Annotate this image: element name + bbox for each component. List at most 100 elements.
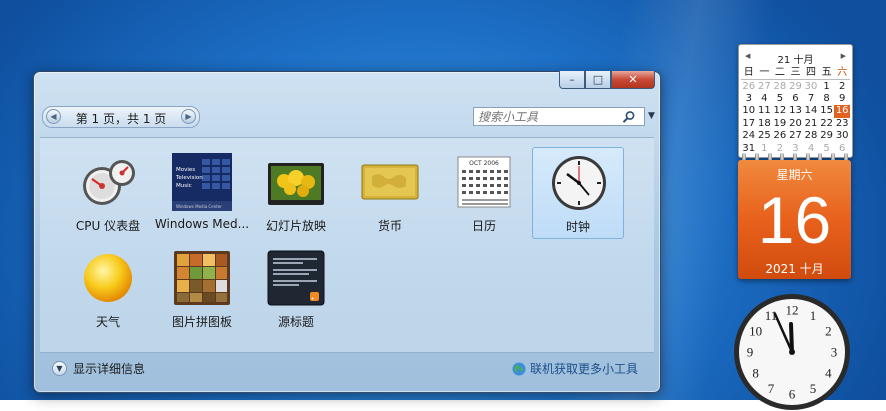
calendar-day-view[interactable]: 星期六 16 2021 十月 [738, 160, 851, 279]
weekday-label: 四 [803, 67, 819, 81]
search-icon[interactable] [622, 110, 636, 124]
search-input[interactable] [478, 109, 618, 124]
clock-icon [552, 156, 606, 210]
calendar-day[interactable]: 1 [819, 80, 835, 93]
gadget-tile-clock[interactable]: 时钟 [532, 147, 624, 239]
calendar-day[interactable]: 29 [788, 80, 804, 93]
clock-numeral: 3 [831, 345, 838, 360]
picture-puzzle-icon [174, 251, 230, 305]
calendar-day[interactable]: 22 [819, 118, 835, 130]
calendar-day[interactable]: 30 [834, 130, 850, 142]
next-page-button[interactable]: ▶ [181, 109, 196, 124]
media-center-preview-text: Music [176, 183, 192, 189]
calendar-month-header: ◀ 21 十月 ▶ [739, 51, 852, 66]
calendar-grid: 日 一 二 三 四 五 六 26 27 28 29 30 1 2 3 4 5 6… [741, 67, 850, 155]
calendar-day[interactable]: 11 [757, 105, 773, 117]
clock-numeral: 10 [749, 324, 762, 339]
calendar-day[interactable]: 15 [819, 105, 835, 117]
window-caption-buttons: – □ ✕ [559, 71, 655, 89]
gadget-tile-weather[interactable]: 天气 [62, 243, 154, 335]
gadget-grid: CPU 仪表盘 Movies Television Music Windows … [40, 137, 654, 353]
today-weekday: 星期六 [776, 168, 813, 182]
minimize-button[interactable]: – [559, 71, 585, 89]
cpu-meter-icon [83, 160, 135, 205]
calendar-day[interactable]: 19 [772, 118, 788, 130]
calendar-day[interactable]: 23 [834, 118, 850, 130]
gadget-tile-windows-media-center[interactable]: Movies Television Music Windows Media Ce… [155, 147, 249, 239]
calendar-day[interactable]: 8 [819, 93, 835, 105]
calendar-day[interactable]: 12 [772, 105, 788, 117]
calendar-day[interactable]: 26 [741, 80, 757, 93]
get-more-gadgets-label: 联机获取更多小工具 [529, 362, 638, 376]
clock-numeral: 8 [752, 366, 759, 381]
calendar-day[interactable]: 27 [788, 130, 804, 142]
currency-icon [361, 164, 419, 200]
calendar-day[interactable]: 17 [741, 118, 757, 130]
calendar-day[interactable]: 9 [834, 93, 850, 105]
maximize-button[interactable]: □ [585, 71, 611, 89]
chevron-down-icon: ▼ [52, 361, 67, 376]
calendar-day[interactable]: 13 [788, 105, 804, 117]
gadget-label: Windows Med... [154, 217, 250, 231]
page-indicator: 第 1 页，共 1 页 [75, 112, 167, 126]
gadget-tile-currency[interactable]: 货币 [344, 147, 436, 239]
search-dropdown-arrow-icon[interactable]: ▼ [648, 111, 655, 121]
gadget-label: 图片拼图板 [171, 315, 232, 329]
show-details-toggle[interactable]: ▼ 显示详细信息 [52, 360, 145, 377]
calendar-day[interactable]: 10 [741, 105, 757, 117]
gadget-label: 日历 [471, 219, 496, 233]
desktop-clock-gadget[interactable]: 1234567891011 12 [733, 293, 851, 411]
close-button[interactable]: ✕ [611, 71, 655, 89]
calendar-day[interactable]: 4 [757, 93, 773, 105]
gadget-label: 时钟 [565, 220, 590, 234]
calendar-day[interactable]: 14 [803, 105, 819, 117]
gadget-label: 幻灯片放映 [265, 219, 326, 233]
clock-numeral: 1 [810, 308, 817, 323]
show-details-label: 显示详细信息 [73, 362, 146, 376]
gadget-label: CPU 仪表盘 [75, 219, 141, 233]
weekday-label: 日 [741, 67, 757, 81]
weekday-label: 一 [756, 67, 773, 81]
clock-numeral: 4 [825, 366, 832, 381]
gadget-label: 天气 [95, 315, 120, 329]
calendar-day[interactable]: 3 [741, 93, 757, 105]
calendar-day[interactable]: 18 [757, 118, 773, 130]
windows-media-center-icon: Movies Television Music Windows Media Ce… [172, 153, 232, 211]
chevron-right-icon: ▶ [185, 112, 192, 121]
weekday-label: 六 [834, 67, 850, 81]
calendar-month-view[interactable]: ◀ 21 十月 ▶ 日 一 二 三 四 五 六 26 27 28 29 30 1… [738, 44, 853, 158]
slideshow-icon [268, 163, 324, 205]
calendar-day[interactable]: 29 [819, 130, 835, 142]
gadget-tile-picture-puzzle[interactable]: 图片拼图板 [156, 243, 248, 335]
get-more-gadgets-link[interactable]: 联机获取更多小工具 [512, 360, 638, 377]
weekday-label: 三 [787, 67, 804, 81]
calendar-day[interactable]: 27 [757, 80, 773, 93]
calendar-day[interactable]: 28 [772, 80, 788, 93]
calendar-day[interactable]: 26 [772, 130, 788, 142]
calendar-day[interactable]: 25 [757, 130, 773, 142]
calendar-day[interactable]: 2 [834, 80, 850, 93]
prev-month-arrow-icon[interactable]: ◀ [745, 52, 750, 60]
calendar-preview-month: OCT 2006 [469, 160, 499, 167]
media-center-preview-text: Movies [176, 167, 195, 173]
globe-icon [512, 362, 526, 375]
next-month-arrow-icon[interactable]: ▶ [841, 52, 846, 60]
gadget-tile-calendar[interactable]: OCT 2006 日历 [438, 147, 530, 239]
gadget-tile-cpu-meter[interactable]: CPU 仪表盘 [62, 147, 154, 239]
calendar-day[interactable]: 28 [803, 130, 819, 142]
calendar-month-title: 21 十月 [777, 55, 814, 66]
calendar-day[interactable]: 24 [741, 130, 757, 142]
calendar-day[interactable]: 20 [788, 118, 804, 130]
gadget-label: 源标题 [277, 315, 314, 329]
calendar-day[interactable]: 6 [788, 93, 804, 105]
clock-numeral: 2 [825, 324, 832, 339]
clock-numeral: 7 [768, 381, 775, 396]
calendar-day[interactable]: 7 [803, 93, 819, 105]
gadget-gallery-window: – □ ✕ ◀ 第 1 页，共 1 页 ▶ ▼ CPU 仪表盘 [33, 71, 661, 393]
calendar-day[interactable]: 5 [772, 93, 788, 105]
gadget-tile-feed-headlines[interactable]: 源标题 [250, 243, 342, 335]
calendar-day[interactable]: 30 [803, 80, 819, 93]
calendar-day-today[interactable]: 16 [834, 105, 850, 118]
gadget-tile-slideshow[interactable]: 幻灯片放映 [250, 147, 342, 239]
calendar-day[interactable]: 21 [803, 118, 819, 130]
